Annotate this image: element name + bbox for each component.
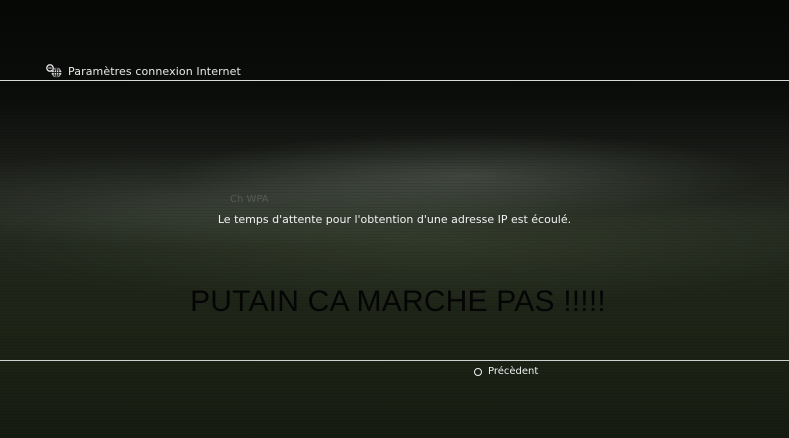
back-button[interactable]: Précèdent xyxy=(474,366,538,377)
circle-button-icon xyxy=(474,367,482,376)
back-button-label: Précèdent xyxy=(488,366,539,377)
page-header: Paramètres connexion Internet xyxy=(45,62,241,80)
faded-label: Ch WPA xyxy=(230,194,269,205)
page-title: Paramètres connexion Internet xyxy=(68,64,241,78)
overlay-text: PUTAIN CA MARCHE PAS !!!!! xyxy=(190,285,606,318)
network-globe-icon xyxy=(45,63,63,79)
header-divider xyxy=(0,80,789,81)
error-message: Le temps d'attente pour l'obtention d'un… xyxy=(217,213,572,226)
footer-divider xyxy=(0,360,789,361)
